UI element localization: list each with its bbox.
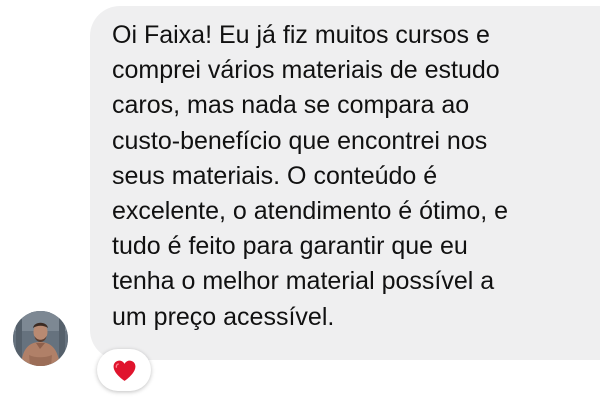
- message-bubble[interactable]: Oi Faixa! Eu já fiz muitos cursos e comp…: [90, 6, 600, 360]
- heart-icon: [113, 360, 135, 381]
- message-line: tudo é feito para garantir que eu: [112, 232, 468, 261]
- message-text: Oi Faixa! Eu já fiz muitos cursos e comp…: [112, 18, 600, 335]
- avatar[interactable]: [13, 311, 68, 366]
- avatar-image: [13, 311, 68, 366]
- message-line: um preço acessível.: [112, 302, 335, 331]
- message-line: seus materiais. O conteúdo é: [112, 161, 438, 190]
- message-line: tenha o melhor material possível a: [112, 267, 495, 296]
- message-line: caros, mas nada se compara ao: [112, 91, 470, 120]
- message-line: excelente, o atendimento é ótimo, e: [112, 197, 509, 226]
- message-line: comprei vários materiais de estudo: [112, 56, 500, 85]
- message-line: custo-benefício que encontrei nos: [112, 126, 488, 155]
- reaction-badge[interactable]: [97, 349, 151, 391]
- message-line: Oi Faixa! Eu já fiz muitos cursos e: [112, 21, 490, 49]
